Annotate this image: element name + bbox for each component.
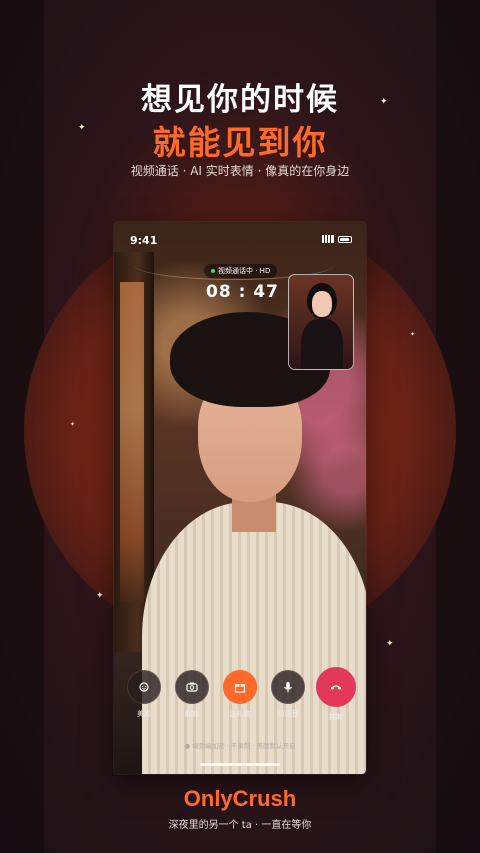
phone-mockup: 9:41 视频通话中 · HD 08 : 47 美颜 翻转 送礼物 切语音 挂断… <box>114 222 366 774</box>
sparkle-icon: ✦ <box>410 331 416 338</box>
feature-subline: 视频通话 · AI 实时表情 · 像真的在你身边 <box>130 164 350 178</box>
privacy-note: ● 端到端加密 · 不录制 · 美颜默认开启 <box>184 742 296 750</box>
sparkle-icon: ✦ <box>70 421 76 428</box>
sparkle-icon: ✦ <box>386 639 394 649</box>
self-view-face <box>312 291 332 317</box>
call-status-text: 视频通话中 · HD <box>218 267 271 275</box>
call-status-pill: 视频通话中 · HD <box>204 264 278 278</box>
headline-line2: 就能见到你 <box>152 123 328 162</box>
flip-control[interactable]: 翻转 <box>169 670 215 722</box>
beauty-control[interactable]: 美颜 <box>121 670 167 722</box>
brand-tagline: 深夜里的另一个 ta · 一直在等你 <box>168 820 312 831</box>
battery-icon <box>338 235 352 243</box>
gift-icon[interactable] <box>223 670 257 704</box>
status-bar-time: 9:41 <box>130 234 158 247</box>
camera-flip-icon[interactable] <box>175 670 209 704</box>
gift-control[interactable]: 送礼物 <box>217 670 263 722</box>
home-indicator[interactable] <box>200 763 280 766</box>
window-light <box>120 282 144 602</box>
gift-label: 送礼物 <box>229 710 251 718</box>
voice-control[interactable]: 切语音 <box>265 670 311 722</box>
sweater <box>142 502 366 774</box>
headline-line1: 想见你的时候 <box>141 82 339 118</box>
voice-label: 切语音 <box>277 710 299 718</box>
beauty-label: 美颜 <box>137 710 151 718</box>
face-beauty-icon[interactable] <box>127 670 161 704</box>
self-view-body <box>301 319 343 369</box>
hangup-label: 挂断 <box>329 713 343 721</box>
signal-icon <box>322 235 334 243</box>
brand-logo-text: OnlyCrush <box>183 786 297 811</box>
hang-up-icon[interactable] <box>316 667 356 707</box>
hangup-control[interactable]: 挂断 <box>313 667 359 722</box>
microphone-icon[interactable] <box>271 670 305 704</box>
flip-label: 翻转 <box>185 710 199 718</box>
self-view-thumbnail[interactable] <box>288 274 354 370</box>
status-bar-icons <box>322 235 352 243</box>
sparkle-icon: ✦ <box>96 591 104 601</box>
live-dot-icon <box>211 269 215 273</box>
call-controls: 美颜 翻转 送礼物 切语音 挂断 <box>114 667 366 722</box>
call-timer: 08 : 47 <box>206 282 279 302</box>
